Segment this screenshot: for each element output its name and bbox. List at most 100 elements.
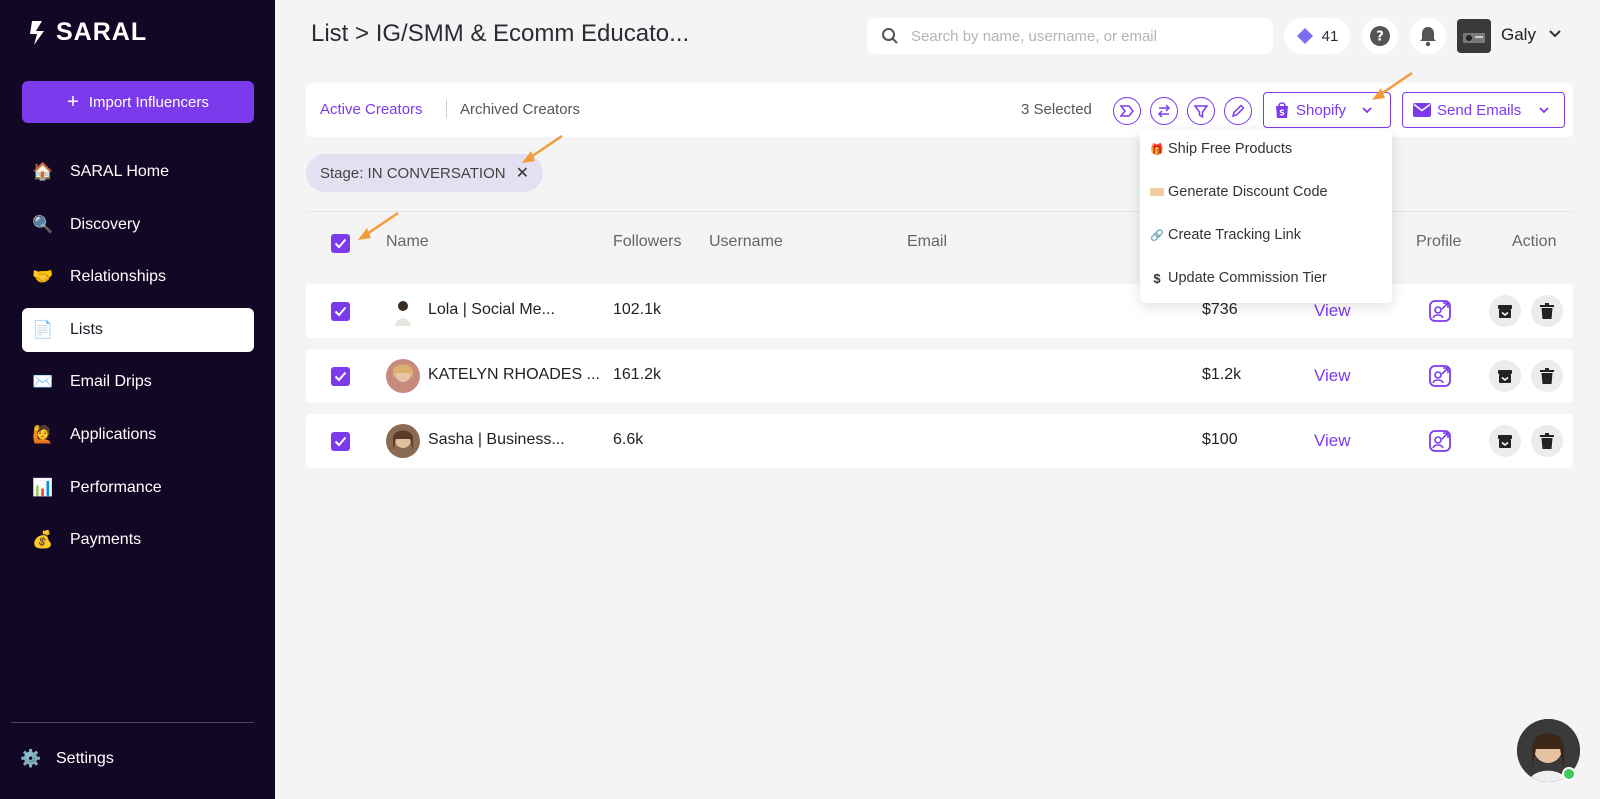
stage-arrow-icon <box>1119 105 1134 117</box>
help-button[interactable]: ? <box>1362 18 1398 54</box>
column-header-action: Action <box>1512 233 1557 250</box>
online-status-indicator <box>1562 767 1576 781</box>
menu-item-ship-free-products[interactable]: 🎁 Ship Free Products <box>1150 141 1292 157</box>
check-icon <box>334 436 347 447</box>
creator-photo <box>386 359 420 393</box>
sidebar-item-performance[interactable]: 📊 Performance <box>22 466 254 510</box>
annotation-arrow <box>1372 71 1413 100</box>
archive-icon <box>1498 370 1512 383</box>
sidebar-item-label: Email Drips <box>70 373 152 391</box>
delete-button[interactable] <box>1531 295 1563 327</box>
view-link[interactable]: View <box>1314 431 1351 451</box>
import-influencers-label: Import Influencers <box>88 93 209 111</box>
sidebar-item-discovery[interactable]: 🔍 Discovery <box>22 203 254 247</box>
plus-icon: + <box>67 91 79 113</box>
chevron-down-icon <box>1362 107 1372 114</box>
stage-filter-chip: Stage: IN CONVERSATION ✕ <box>306 154 544 192</box>
filter-button[interactable] <box>1187 97 1215 125</box>
transfer-button[interactable] <box>1150 97 1178 125</box>
page-icon: 📄 <box>32 319 54 339</box>
archive-icon <box>1498 435 1512 448</box>
archive-button[interactable] <box>1489 295 1521 327</box>
delete-button[interactable] <box>1531 425 1563 457</box>
trash-icon <box>1540 368 1554 384</box>
creator-photo <box>386 294 420 328</box>
diamond-icon <box>1296 28 1313 44</box>
column-header-email[interactable]: Email <box>907 233 947 251</box>
menu-item-label: Update Commission Tier <box>1168 270 1327 286</box>
trash-icon <box>1540 303 1554 319</box>
row-checkbox[interactable] <box>331 302 350 321</box>
sidebar-item-relationships[interactable]: 🤝 Relationships <box>22 255 254 299</box>
profile-link-icon[interactable] <box>1428 299 1452 323</box>
view-link[interactable]: View <box>1314 366 1351 386</box>
envelope-icon <box>1413 103 1431 117</box>
envelope-icon: ✉️ <box>32 372 54 392</box>
menu-item-create-tracking-link[interactable]: 🔗 Create Tracking Link <box>1150 227 1301 243</box>
trash-icon <box>1540 433 1554 449</box>
profile-link-icon[interactable] <box>1428 429 1452 453</box>
bar-chart-icon: 📊 <box>32 477 54 497</box>
notifications-button[interactable] <box>1410 18 1446 54</box>
row-checkbox[interactable] <box>331 367 350 386</box>
creator-photo <box>386 424 420 458</box>
stage-button[interactable] <box>1113 97 1141 125</box>
table-row[interactable]: Sasha | Business... 6.6k $100 View <box>306 414 1573 468</box>
credits-count: 41 <box>1321 27 1339 45</box>
send-emails-label: Send Emails <box>1437 101 1522 119</box>
sidebar-item-label: Payments <box>70 531 142 549</box>
sidebar-item-saral-home[interactable]: 🏠 SARAL Home <box>22 150 254 194</box>
credits-badge[interactable]: 41 <box>1284 18 1350 54</box>
sidebar: SARAL + Import Influencers 🏠 SARAL Home … <box>0 0 275 799</box>
tab-archived-creators[interactable]: Archived Creators <box>460 101 580 118</box>
column-header-username[interactable]: Username <box>709 233 783 251</box>
sidebar-item-settings[interactable]: ⚙️ Settings <box>20 748 113 770</box>
sidebar-item-applications[interactable]: 🙋 Applications <box>22 413 254 457</box>
search-input[interactable] <box>911 27 1251 45</box>
sidebar-item-payments[interactable]: 💰 Payments <box>22 518 254 562</box>
check-icon <box>334 306 347 317</box>
sidebar-item-email-drips[interactable]: ✉️ Email Drips <box>22 360 254 404</box>
user-name[interactable]: Galy <box>1501 25 1536 45</box>
creator-name[interactable]: Sasha | Business... <box>428 431 565 449</box>
menu-item-update-commission-tier[interactable]: $ Update Commission Tier <box>1150 270 1327 286</box>
chevron-down-icon[interactable] <box>1548 27 1562 41</box>
view-link[interactable]: View <box>1314 301 1351 321</box>
creator-price: $736 <box>1202 301 1238 318</box>
gift-icon: 🎁 <box>1150 143 1164 156</box>
table-row[interactable]: KATELYN RHOADES ... 161.2k $1.2k View <box>306 349 1573 403</box>
shopify-label: Shopify <box>1296 101 1347 119</box>
brand-logo[interactable]: SARAL <box>26 18 147 47</box>
archive-button[interactable] <box>1489 425 1521 457</box>
page-title: List > IG/SMM & Ecomm Educato... <box>311 20 690 47</box>
sidebar-item-label: Lists <box>70 320 103 338</box>
sidebar-item-lists[interactable]: 📄 Lists <box>22 307 254 352</box>
money-bag-icon: 💰 <box>32 530 54 550</box>
send-emails-button[interactable]: Send Emails <box>1402 92 1565 128</box>
avatar <box>386 424 420 458</box>
user-avatar[interactable] <box>1457 19 1491 53</box>
archive-button[interactable] <box>1489 360 1521 392</box>
creator-name[interactable]: Lola | Social Me... <box>428 301 555 319</box>
select-all-checkbox[interactable] <box>331 234 350 253</box>
pencil-icon <box>1231 104 1245 118</box>
profile-link-icon[interactable] <box>1428 364 1452 388</box>
sidebar-nav: 🏠 SARAL Home 🔍 Discovery 🤝 Relationships… <box>22 150 254 571</box>
swap-icon <box>1157 104 1171 118</box>
column-header-followers[interactable]: Followers <box>613 233 681 251</box>
raising-hand-icon: 🙋 <box>32 424 54 444</box>
tab-active-creators[interactable]: Active Creators <box>320 101 423 118</box>
edit-button[interactable] <box>1224 97 1252 125</box>
sidebar-item-label: SARAL Home <box>70 163 169 180</box>
avatar-image <box>1457 19 1491 53</box>
sidebar-item-label: Discovery <box>70 215 141 233</box>
menu-item-generate-discount-code[interactable]: Generate Discount Code <box>1150 184 1328 200</box>
search-bar <box>867 18 1273 54</box>
bell-icon <box>1420 27 1436 47</box>
sidebar-item-label: Applications <box>70 425 157 443</box>
ticket-icon <box>1150 185 1164 199</box>
import-influencers-button[interactable]: + Import Influencers <box>22 81 254 123</box>
creator-name[interactable]: KATELYN RHOADES ... <box>428 366 600 384</box>
delete-button[interactable] <box>1531 360 1563 392</box>
row-checkbox[interactable] <box>331 432 350 451</box>
